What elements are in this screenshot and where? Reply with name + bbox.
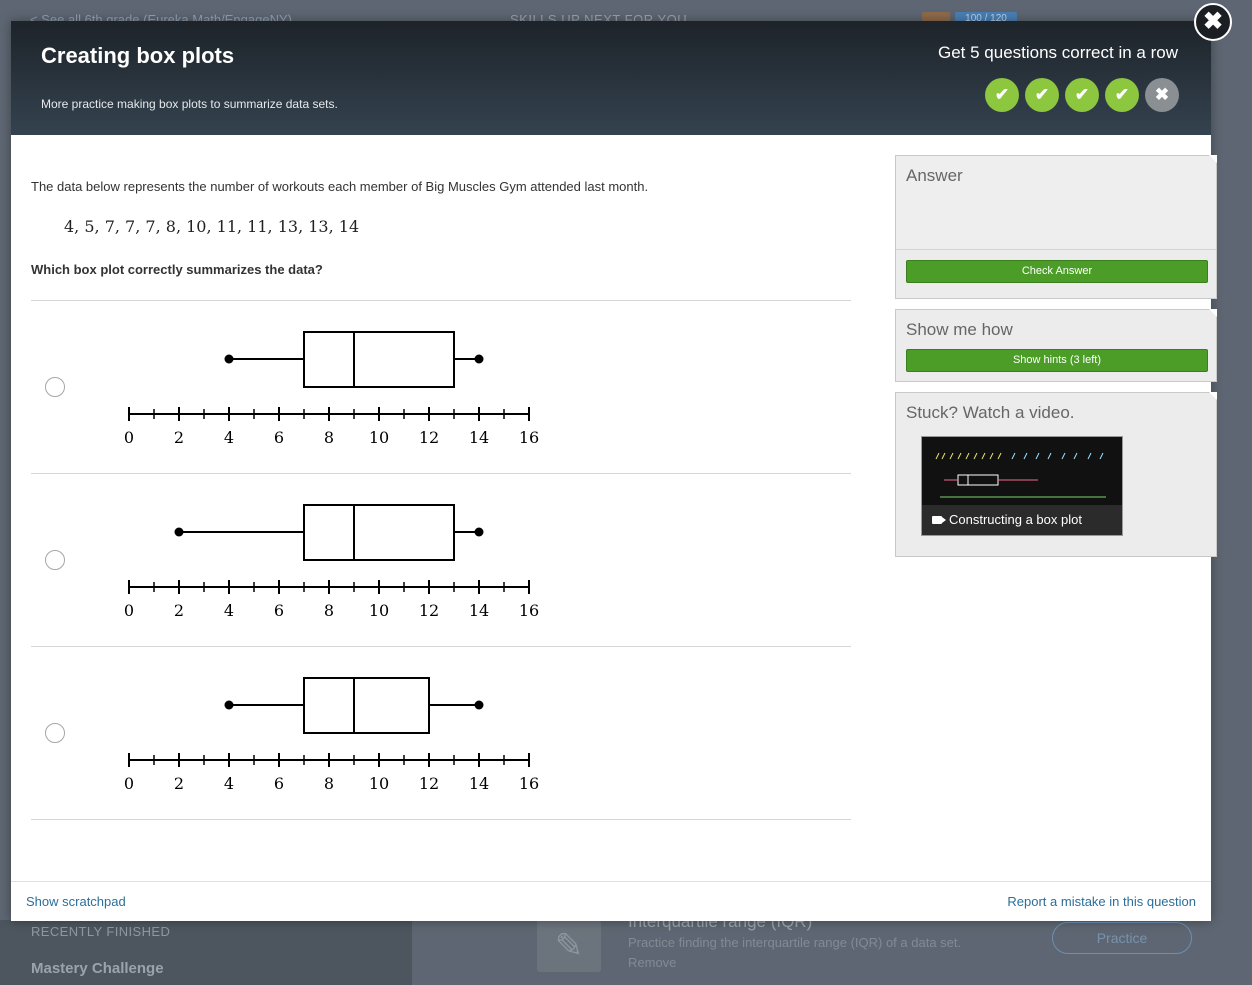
maximum-point bbox=[474, 527, 484, 537]
tick-label: 6 bbox=[274, 774, 284, 793]
tick-label: 12 bbox=[419, 601, 439, 620]
hints-title: Show me how bbox=[906, 320, 1013, 339]
answer-title: Answer bbox=[906, 166, 963, 185]
tick-label: 0 bbox=[124, 774, 134, 793]
check-answer-button[interactable]: Check Answer bbox=[906, 260, 1208, 283]
video-caption: Constructing a box plot bbox=[922, 505, 1122, 535]
question-prompt: Which box plot correctly summarizes the … bbox=[31, 262, 323, 277]
background-recently-finished: RECENTLY FINISHED bbox=[31, 924, 171, 939]
video-preview-drawing bbox=[935, 452, 1106, 498]
background-topic-row: ✎ Interquartile range (IQR) Practice fin… bbox=[412, 912, 1252, 985]
tick-label: 16 bbox=[519, 774, 539, 793]
minimum-point bbox=[224, 354, 234, 364]
tick-label: 8 bbox=[324, 601, 334, 620]
choice-radio[interactable] bbox=[45, 723, 65, 743]
tick-label: 12 bbox=[419, 774, 439, 793]
video-caption-text: Constructing a box plot bbox=[949, 512, 1082, 527]
show-scratchpad-link[interactable]: Show scratchpad bbox=[26, 894, 126, 909]
streak-miss-icon: ✖ bbox=[1145, 78, 1179, 112]
streak-progress: ✔ ✔ ✔ ✔ ✖ bbox=[985, 78, 1179, 112]
iqr-box bbox=[303, 331, 455, 388]
background-topic-remove: Remove bbox=[628, 955, 677, 970]
background-topic-desc: Practice finding the interquartile range… bbox=[628, 935, 962, 950]
tick-label: 0 bbox=[124, 601, 134, 620]
pencil-icon: ✎ bbox=[537, 920, 601, 972]
background-practice-button: Practice bbox=[1052, 922, 1192, 954]
box-plot: 0 2 4 6 8 10 12 14 16 bbox=[124, 677, 539, 793]
minimum-point bbox=[174, 527, 184, 537]
modal-footer: Show scratchpad Report a mistake in this… bbox=[11, 881, 1211, 922]
tick-label: 8 bbox=[324, 774, 334, 793]
answer-choices: 0 2 4 6 8 10 12 14 16 0 2 4 6 8 10 12 14 16 0 2 4 6 8 10 12 14 16 bbox=[31, 300, 851, 820]
background-recent-panel: RECENTLY FINISHED Mastery Challenge bbox=[0, 920, 412, 985]
tick-label: 2 bbox=[174, 774, 184, 793]
exercise-modal: Creating box plots More practice making … bbox=[11, 21, 1217, 922]
streak-check-icon: ✔ bbox=[1065, 78, 1099, 112]
tick-label: 10 bbox=[369, 428, 389, 447]
maximum-point bbox=[474, 700, 484, 710]
tick-label: 2 bbox=[174, 428, 184, 447]
iqr-box bbox=[303, 677, 430, 734]
tick-label: 14 bbox=[469, 774, 489, 793]
tick-label: 4 bbox=[224, 428, 234, 447]
tick-label: 4 bbox=[224, 774, 234, 793]
minimum-point bbox=[224, 700, 234, 710]
exercise-title: Creating box plots bbox=[41, 43, 235, 68]
box-plot: 0 2 4 6 8 10 12 14 16 bbox=[124, 331, 539, 447]
streak-check-icon: ✔ bbox=[1105, 78, 1139, 112]
video-camera-icon bbox=[932, 516, 946, 524]
tick-label: 12 bbox=[419, 428, 439, 447]
tick-label: 10 bbox=[369, 601, 389, 620]
choice-radio[interactable] bbox=[45, 550, 65, 570]
video-card: Stuck? Watch a video. Constructing a box… bbox=[895, 392, 1217, 557]
close-icon[interactable]: ✖ bbox=[1194, 3, 1232, 41]
data-set: 4, 5, 7, 7, 7, 8, 10, 11, 11, 13, 13, 14 bbox=[64, 217, 360, 236]
tick-label: 14 bbox=[469, 601, 489, 620]
hints-card: Show me how Show hints (3 left) bbox=[895, 309, 1217, 382]
show-hints-button[interactable]: Show hints (3 left) bbox=[906, 349, 1208, 372]
iqr-box bbox=[303, 504, 455, 561]
exercise-subtitle: More practice making box plots to summar… bbox=[41, 97, 338, 111]
streak-check-icon: ✔ bbox=[1025, 78, 1059, 112]
tick-label: 4 bbox=[224, 601, 234, 620]
tick-label: 6 bbox=[274, 428, 284, 447]
video-thumbnail[interactable]: Constructing a box plot bbox=[921, 436, 1123, 536]
choice-radio[interactable] bbox=[45, 377, 65, 397]
tick-label: 8 bbox=[324, 428, 334, 447]
tick-label: 6 bbox=[274, 601, 284, 620]
question-text: The data below represents the number of … bbox=[31, 179, 649, 194]
tick-label: 0 bbox=[124, 428, 134, 447]
tick-label: 16 bbox=[519, 428, 539, 447]
modal-header: Creating box plots More practice making … bbox=[11, 21, 1211, 135]
report-mistake-link[interactable]: Report a mistake in this question bbox=[1007, 894, 1196, 909]
answer-choice[interactable]: 0 2 4 6 8 10 12 14 16 bbox=[31, 473, 851, 646]
box-plot: 0 2 4 6 8 10 12 14 16 bbox=[124, 504, 539, 620]
streak-label: Get 5 questions correct in a row bbox=[937, 43, 1178, 62]
tick-label: 10 bbox=[369, 774, 389, 793]
answer-card: Answer Check Answer bbox=[895, 155, 1217, 299]
tick-label: 14 bbox=[469, 428, 489, 447]
video-title: Stuck? Watch a video. bbox=[906, 403, 1075, 422]
maximum-point bbox=[474, 354, 484, 364]
tick-label: 16 bbox=[519, 601, 539, 620]
answer-choice[interactable]: 0 2 4 6 8 10 12 14 16 bbox=[31, 646, 851, 820]
answer-choice[interactable]: 0 2 4 6 8 10 12 14 16 bbox=[31, 300, 851, 473]
streak-check-icon: ✔ bbox=[985, 78, 1019, 112]
tick-label: 2 bbox=[174, 601, 184, 620]
background-mastery-challenge: Mastery Challenge bbox=[31, 960, 164, 977]
